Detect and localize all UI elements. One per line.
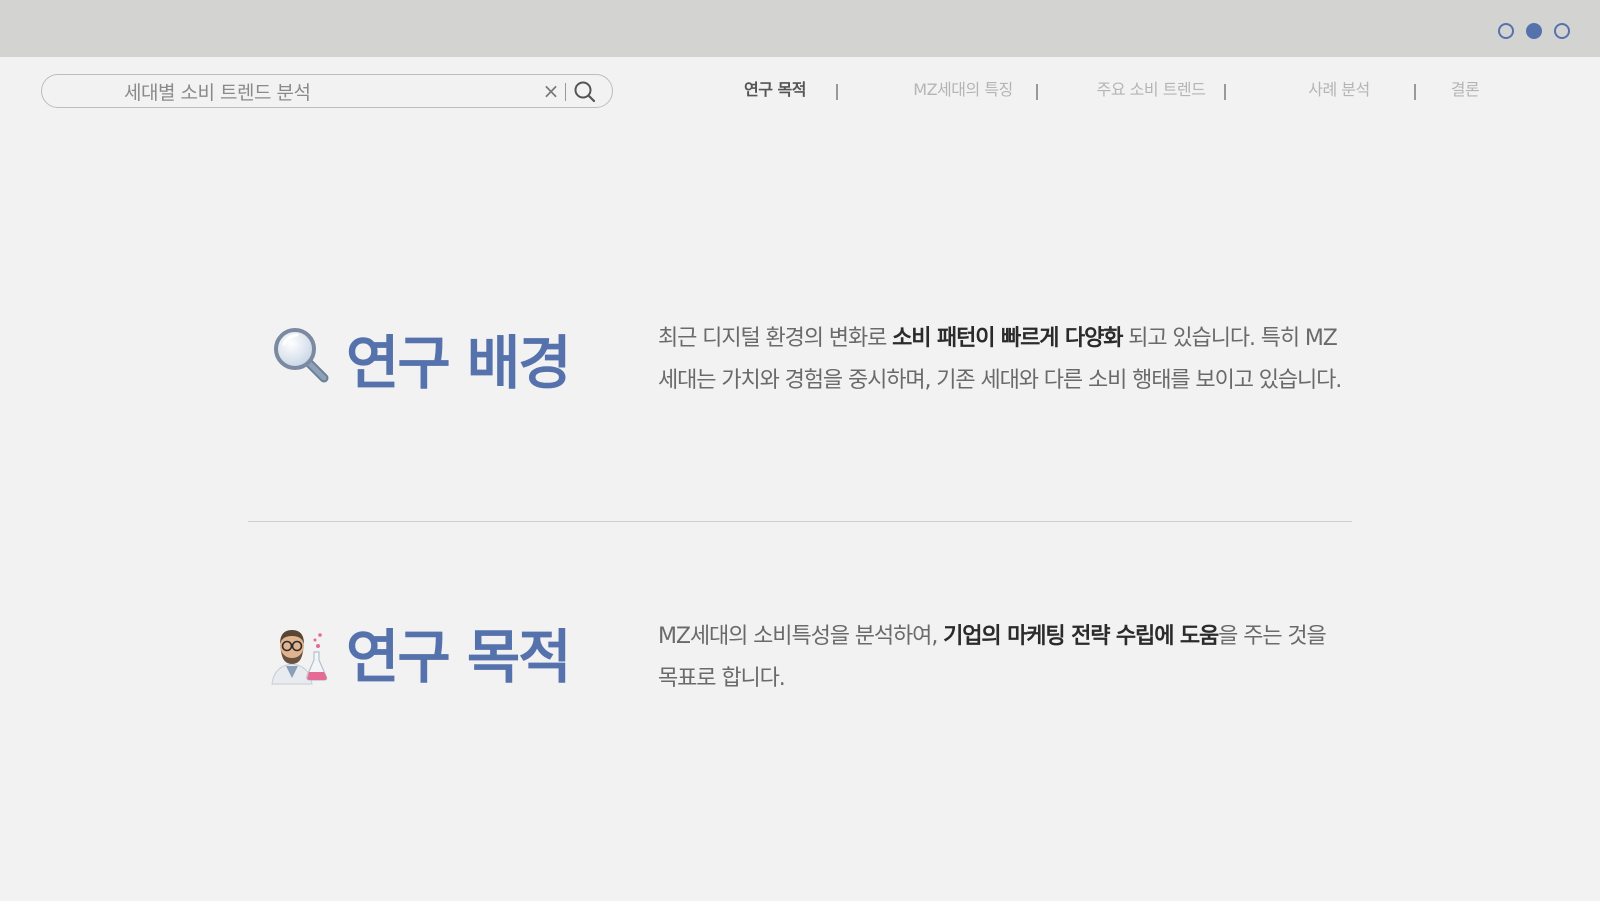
search-divider — [565, 83, 566, 101]
clear-search-button[interactable]: × — [542, 79, 560, 103]
section-title: 연구 배경 — [346, 329, 572, 397]
nav-item-research-purpose[interactable]: 연구 목적 — [700, 76, 850, 104]
search-bar: × — [41, 74, 613, 108]
nav-item-consumption-trends[interactable]: 주요 소비 트렌드 — [1076, 76, 1226, 104]
page-dot-2[interactable] — [1526, 23, 1542, 39]
page-dot-3[interactable] — [1554, 23, 1570, 39]
magnifying-glass-icon — [270, 324, 334, 388]
body-text-part: MZ세대의 소비특성을 분석하여, — [658, 624, 944, 649]
body-text-highlight: 기업의 마케팅 전략 수립에 도움 — [943, 624, 1219, 649]
body-text-part: 최근 디지털 환경의 변화로 — [658, 326, 893, 351]
nav-separator — [836, 84, 838, 100]
scientist-icon — [266, 622, 330, 686]
nav-separator — [1036, 84, 1038, 100]
nav-item-mz-features[interactable]: MZ세대의 특징 — [888, 76, 1038, 104]
section-title: 연구 목적 — [346, 623, 572, 691]
nav-separator — [1224, 84, 1226, 100]
page-dot-1[interactable] — [1498, 23, 1514, 39]
pagination-dots — [1498, 23, 1570, 39]
nav-item-conclusion[interactable]: 결론 — [1390, 76, 1540, 104]
section-research-background: 연구 배경 최근 디지털 환경의 변화로 소비 패턴이 빠르게 다양화 되고 있… — [0, 300, 1600, 460]
top-nav: 연구 목적 MZ세대의 특징 주요 소비 트렌드 사례 분석 결론 — [700, 76, 1550, 106]
section-body-text: 최근 디지털 환경의 변화로 소비 패턴이 빠르게 다양화 되고 있습니다. 특… — [658, 318, 1348, 402]
section-body-text: MZ세대의 소비특성을 분석하여, 기업의 마케팅 전략 수립에 도움을 주는 … — [658, 616, 1348, 700]
search-icon[interactable] — [572, 80, 598, 104]
section-divider — [248, 521, 1352, 522]
search-input[interactable] — [124, 79, 524, 103]
top-bar — [0, 0, 1600, 57]
section-research-purpose: 연구 목적 MZ세대의 소비특성을 분석하여, 기업의 마케팅 전략 수립에 도… — [0, 600, 1600, 720]
body-text-highlight: 소비 패턴이 빠르게 다양화 — [892, 326, 1123, 351]
